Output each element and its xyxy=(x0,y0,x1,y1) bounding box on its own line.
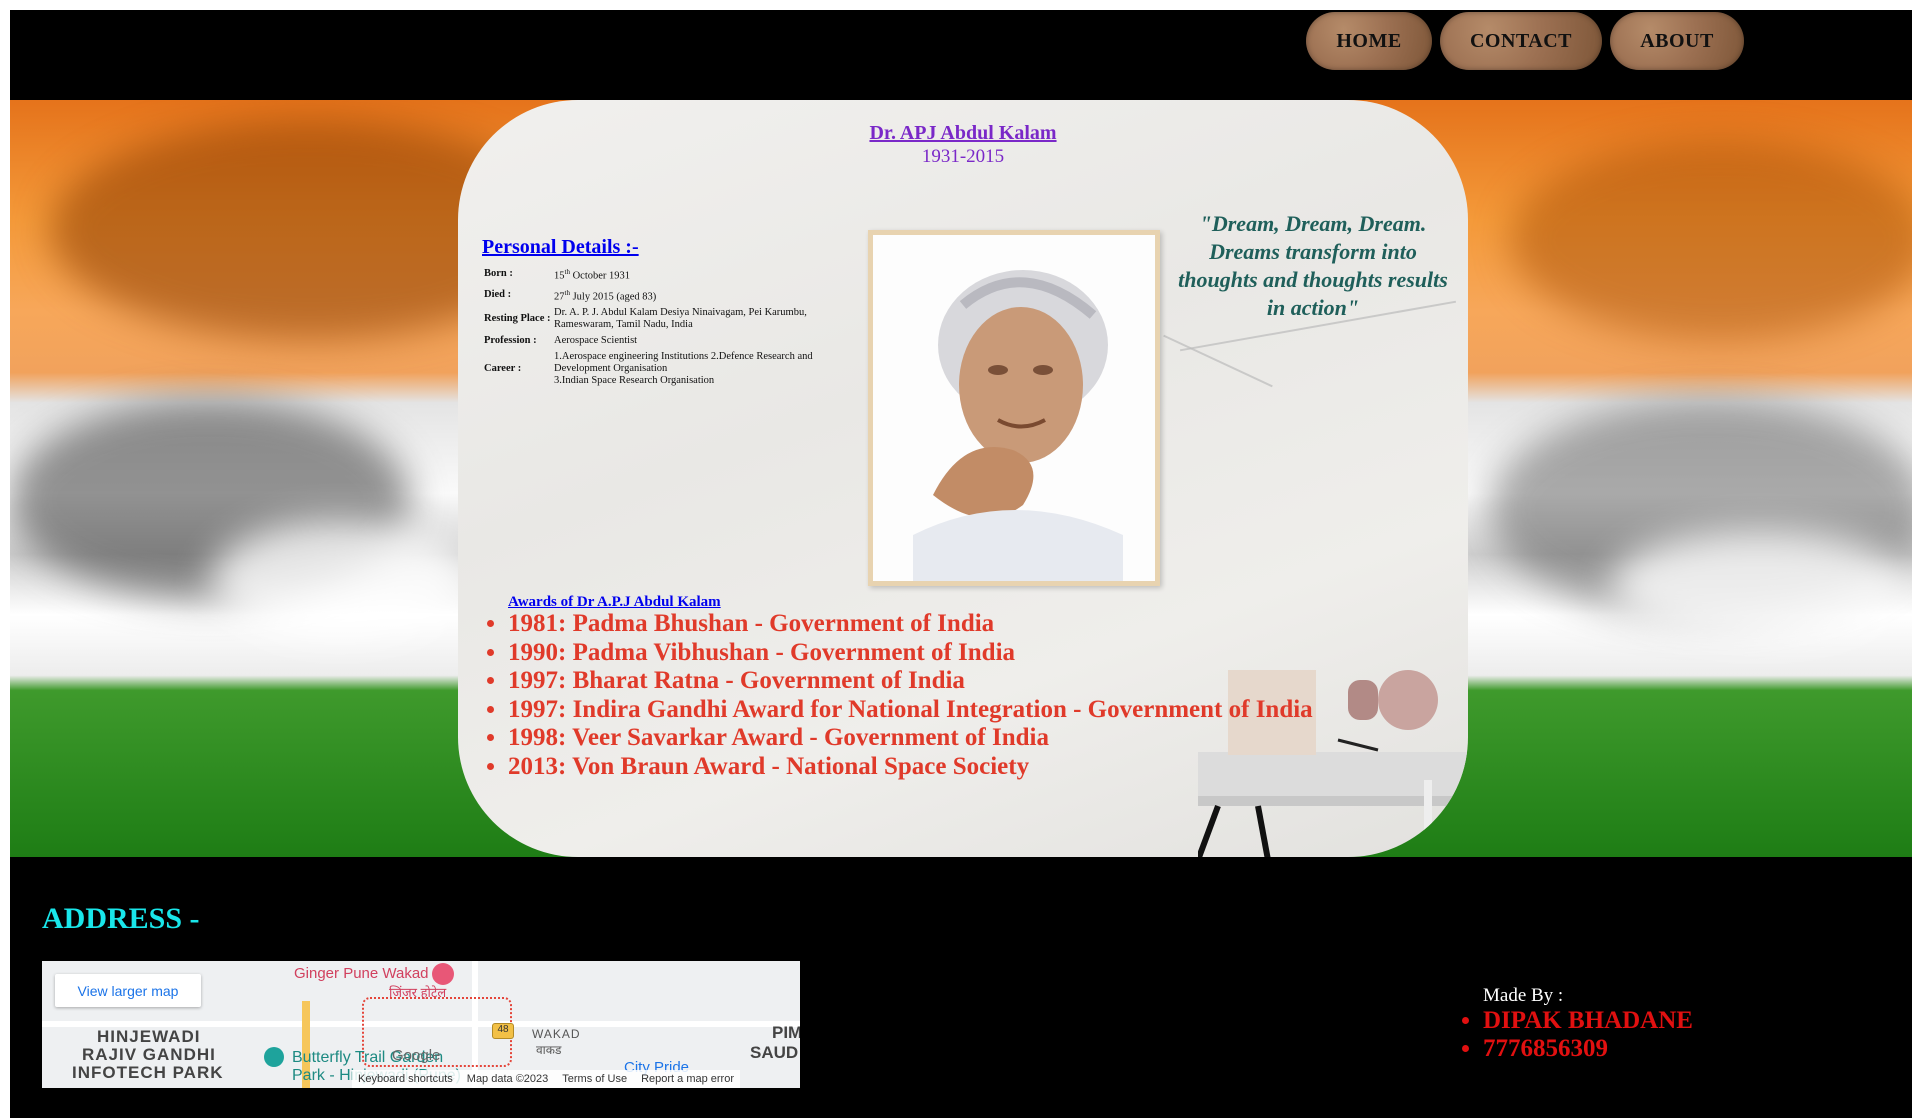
map-attribution-bar: Keyboard shortcuts Map data ©2023 Terms … xyxy=(352,1070,741,1088)
table-row: Resting Place : Dr. A. P. J. Abdul Kalam… xyxy=(484,305,854,333)
career-line: 1.Aerospace engineering Institutions 2.D… xyxy=(554,351,813,374)
award-item: 1998: Veer Savarkar Award - Government o… xyxy=(508,724,1313,753)
map-place-label[interactable]: Ginger Pune Wakad xyxy=(294,965,429,982)
personal-details-table: Born : 15th October 1931 Died : 27th Jul… xyxy=(484,264,854,389)
author-name: DIPAK BHADANE xyxy=(1483,1007,1693,1035)
made-by-label: Made By : xyxy=(1483,985,1564,1006)
career-label: Career : xyxy=(484,363,522,374)
table-row: Profession : Aerospace Scientist xyxy=(484,333,854,349)
portrait-image xyxy=(913,270,1123,581)
nav-contact-button[interactable]: CONTACT xyxy=(1440,12,1602,70)
nav-about-button[interactable]: ABOUT xyxy=(1610,12,1744,70)
table-row: Career : 1.Aerospace engineering Institu… xyxy=(484,349,854,389)
map-area-label: RAJIV GANDHI xyxy=(82,1045,216,1064)
embedded-map[interactable]: View larger map Ginger Pune Wakad जिंजर … xyxy=(42,961,800,1088)
born-rest: October 1931 xyxy=(569,270,631,282)
award-item: 1981: Padma Bhushan - Government of Indi… xyxy=(508,610,1313,639)
footer: ADDRESS - View larger map Ginger Pune Wa… xyxy=(10,857,1912,1118)
portrait-frame xyxy=(868,230,1160,586)
died-day: 27 xyxy=(554,291,565,302)
died-label: Died : xyxy=(484,288,512,300)
address-heading: ADDRESS - xyxy=(42,902,200,935)
career-line: 3.Indian Space Research Organisation xyxy=(554,375,715,386)
map-area-label: INFOTECH PARK xyxy=(72,1063,224,1082)
profession-value: Aerospace Scientist xyxy=(554,335,638,346)
map-area-label: HINJEWADI xyxy=(97,1027,201,1046)
life-years: 1931-2015 xyxy=(921,146,1005,167)
view-larger-map-button[interactable]: View larger map xyxy=(55,974,201,1007)
nav-home-button[interactable]: HOME xyxy=(1306,12,1432,70)
born-label: Born : xyxy=(484,268,513,280)
biography-card: Dr. APJ Abdul Kalam 1931-2015 Personal D… xyxy=(458,100,1468,857)
map-place-label: जिंजर होटेल xyxy=(389,985,447,1000)
died-rest: July 2015 (aged 83) xyxy=(569,291,657,302)
personal-details-heading[interactable]: Personal Details :- xyxy=(482,236,639,259)
resting-place-value: Dr. A. P. J. Abdul Kalam Desiya Ninaivag… xyxy=(554,307,807,330)
quote-text: "Dream, Dream, Dream. Dreams transform i… xyxy=(1178,211,1448,320)
hotel-pin-icon[interactable] xyxy=(432,963,454,985)
career-value: 1.Aerospace engineering Institutions 2.D… xyxy=(554,349,854,389)
header-bar: HOME CONTACT ABOUT xyxy=(10,10,1912,100)
award-item: 1997: Indira Gandhi Award for National I… xyxy=(508,696,1313,725)
award-item: 1997: Bharat Ratna - Government of India xyxy=(508,667,1313,696)
resting-place-label: Resting Place : xyxy=(484,313,551,324)
keyboard-shortcuts-link[interactable]: Keyboard shortcuts xyxy=(358,1073,453,1085)
map-data-label: Map data ©2023 xyxy=(466,1073,549,1085)
awards-heading[interactable]: Awards of Dr A.P.J Abdul Kalam xyxy=(508,594,721,611)
route-shield: 48 xyxy=(492,1023,514,1039)
table-row: Born : 15th October 1931 xyxy=(484,264,854,285)
park-pin-icon[interactable] xyxy=(264,1047,284,1067)
author-phone: 7776856309 xyxy=(1483,1035,1693,1063)
person-name-title[interactable]: Dr. APJ Abdul Kalam xyxy=(458,122,1468,145)
award-item: 2013: Von Braun Award - National Space S… xyxy=(508,753,1313,782)
profession-label: Profession : xyxy=(484,335,537,346)
map-area-label: WAKAD xyxy=(532,1027,581,1041)
google-logo: Google xyxy=(392,1047,441,1064)
born-day: 15 xyxy=(554,270,565,282)
terms-link[interactable]: Terms of Use xyxy=(562,1073,627,1085)
map-area-label: PIM xyxy=(772,1023,800,1042)
died-value: 27th July 2015 (aged 83) xyxy=(554,285,854,306)
award-item: 1990: Padma Vibhushan - Government of In… xyxy=(508,639,1313,668)
author-list: DIPAK BHADANE 7776856309 xyxy=(1483,1007,1693,1063)
awards-list: 1981: Padma Bhushan - Government of Indi… xyxy=(508,610,1313,781)
report-map-error-link[interactable]: Report a map error xyxy=(641,1073,734,1085)
born-value: 15th October 1931 xyxy=(554,264,854,285)
table-row: Died : 27th July 2015 (aged 83) xyxy=(484,285,854,306)
map-area-label: वाकड xyxy=(536,1043,562,1057)
map-area-label: SAUD xyxy=(750,1043,799,1062)
